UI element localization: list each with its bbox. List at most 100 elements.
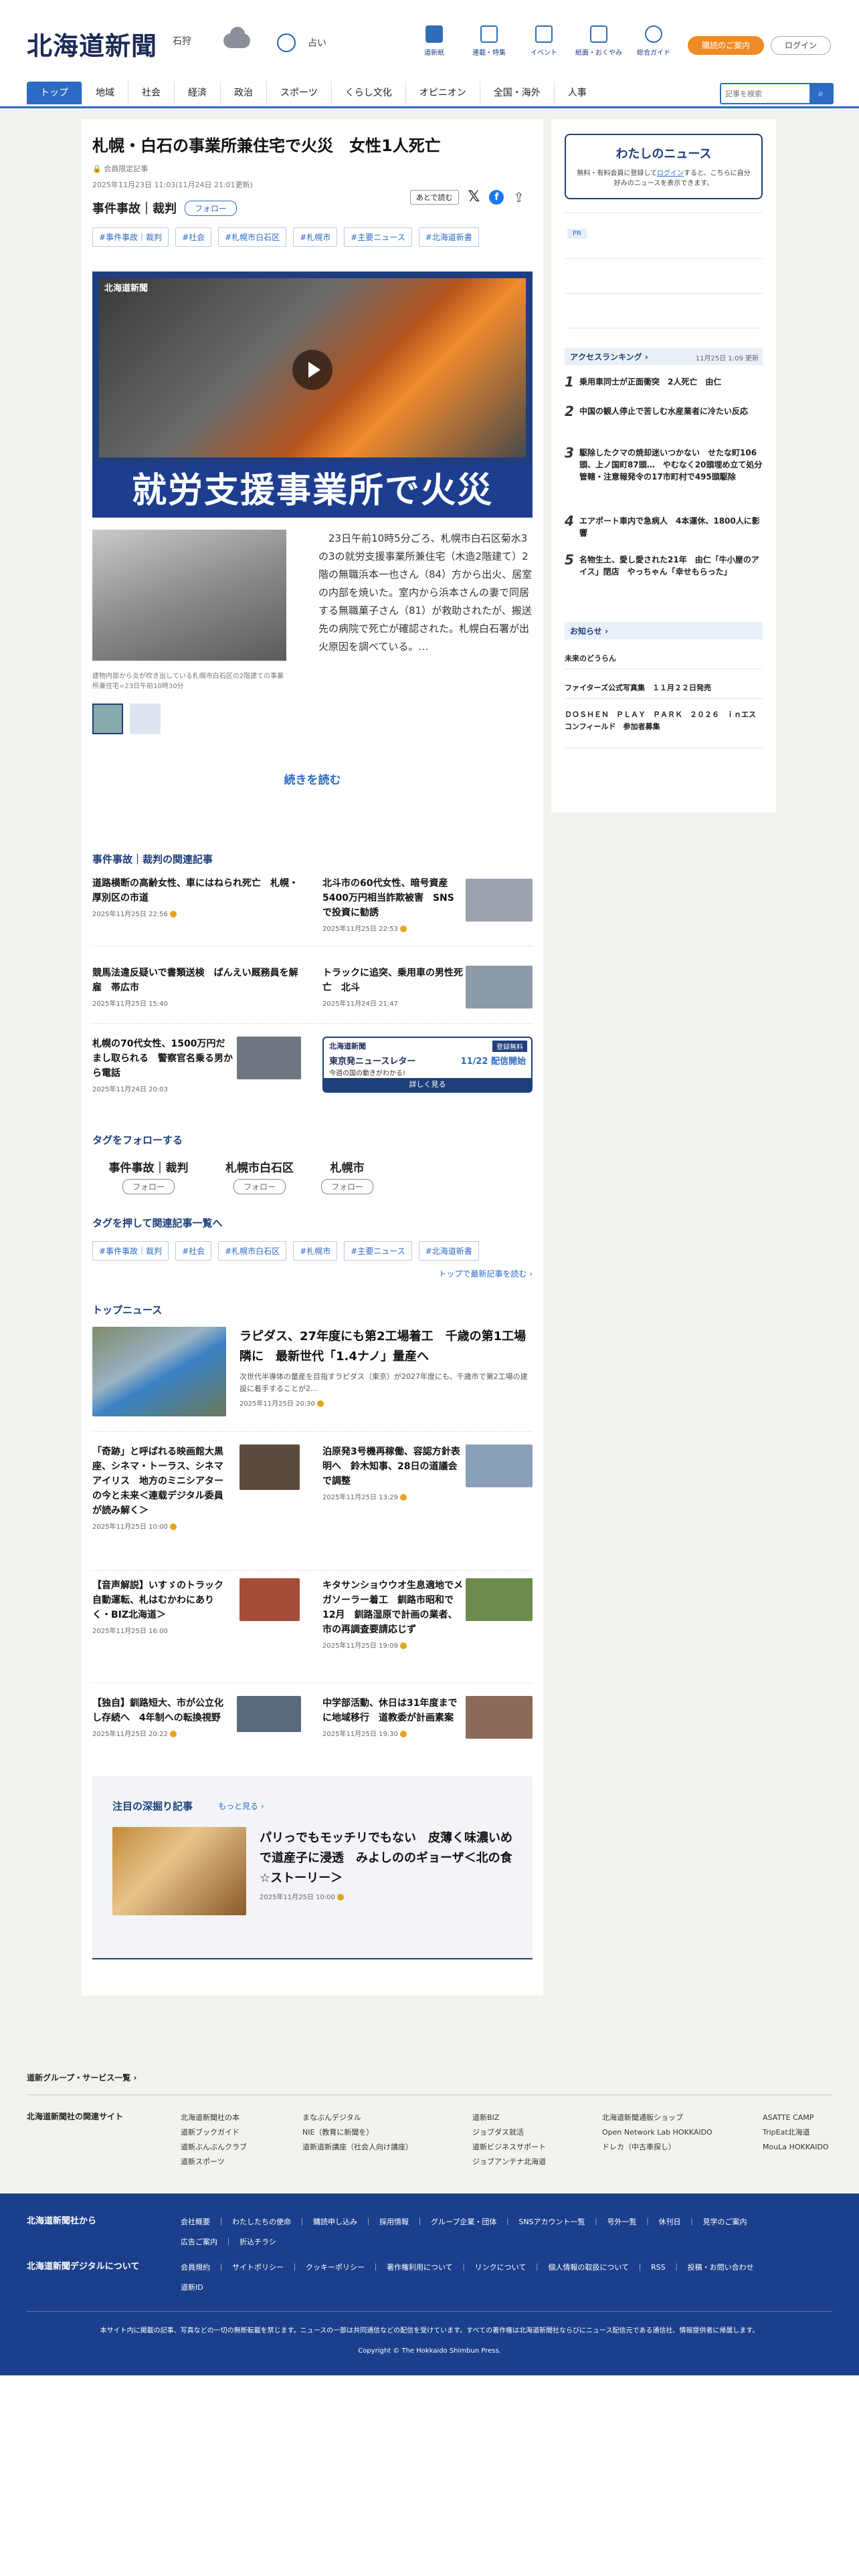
- ranking-item[interactable]: 1 乗用車同士が正面衝突 2人死亡 由仁: [565, 375, 763, 389]
- fortune-link[interactable]: 占い: [277, 33, 326, 52]
- tag[interactable]: #社会: [175, 1241, 212, 1261]
- ranking-item[interactable]: 3 駆除したクマの焼却迷いつかない せたな町106頭、上ノ国町87頭… やむなく2…: [565, 446, 770, 483]
- related-article[interactable]: 道路横断の高齢女性、車にはねられ死亡 札幌・厚別区の市道 2025年11月25日 …: [92, 876, 306, 918]
- region-label[interactable]: 石狩: [173, 34, 191, 47]
- header-link-events[interactable]: イベント: [516, 25, 571, 57]
- newspaper-icon: [590, 25, 607, 43]
- deep-article[interactable]: パリっでもモッチリでもない 皮薄く味濃いめで道産子に浸透 みよしののギョーザ＜北…: [260, 1828, 520, 1901]
- related-article[interactable]: 札幌の70代女性、1500万円だまし取られる 警察官名乗る男から電話 2025年1…: [92, 1037, 233, 1093]
- notice-item[interactable]: ＤＯＳＨＥＮ ＰＬＡＹ ＰＡＲＫ ２０２６ ｉｎエスコンフィールド 参加者募集: [565, 709, 763, 733]
- article-photo[interactable]: [92, 530, 286, 661]
- news-item[interactable]: 泊原発3号機再稼働、容認方針表明へ 鈴木知事、28日の道議会で調整 2025年11…: [322, 1444, 463, 1501]
- follow-button[interactable]: フォロー: [122, 1179, 175, 1194]
- tag[interactable]: #北海道新書: [418, 227, 479, 247]
- nav-economy[interactable]: 経済: [175, 82, 221, 104]
- lead-news-image[interactable]: [92, 1327, 226, 1416]
- news-thumb[interactable]: [240, 1444, 300, 1490]
- news-thumb[interactable]: [466, 1444, 533, 1487]
- nav-top[interactable]: トップ: [27, 82, 82, 104]
- nav-world[interactable]: 全国・海外: [480, 82, 555, 104]
- news-thumb[interactable]: [237, 1696, 301, 1732]
- ranking-item[interactable]: 4 エアポート車内で急病人 4本運休、1800人に影響: [565, 514, 763, 539]
- ranking-item[interactable]: 5 名物生土、愛し愛された21年 由仁「牛小屋のアイス」閉店 やっちゃん「幸せもら…: [565, 553, 763, 578]
- facebook-share-icon[interactable]: f: [489, 189, 504, 205]
- premium-icon: [170, 1731, 177, 1737]
- tag[interactable]: #札幌市: [293, 1241, 338, 1261]
- play-icon[interactable]: [292, 350, 332, 391]
- nav-culture[interactable]: くらし文化: [332, 82, 406, 104]
- notice-item[interactable]: 未来のどうらん: [565, 653, 616, 663]
- group-services-link[interactable]: 道新グループ・サービス一覧 ›: [27, 2072, 136, 2083]
- chevron-right-icon: ›: [529, 1269, 533, 1279]
- share-icon[interactable]: ⇪: [513, 189, 524, 205]
- nav-opinion[interactable]: オピニオン: [406, 82, 480, 104]
- tag[interactable]: #事件事故｜裁判: [92, 1241, 169, 1261]
- deep-more-link[interactable]: もっと見る ›: [218, 1800, 264, 1812]
- follow-button[interactable]: フォロー: [185, 200, 237, 216]
- tag[interactable]: #札幌市: [293, 227, 338, 247]
- continue-reading-link[interactable]: 続きを読む: [82, 770, 543, 787]
- news-item[interactable]: キタサンショウウオ生息適地でメガソーラー着工 釧路市昭和で12月 釧路湿原で計画…: [322, 1578, 463, 1650]
- notice-title[interactable]: お知らせ ›: [570, 625, 608, 637]
- latest-articles-link[interactable]: トップで最新記事を読む ›: [438, 1268, 533, 1279]
- follow-button[interactable]: フォロー: [320, 1179, 373, 1194]
- nav-sports[interactable]: スポーツ: [267, 82, 332, 104]
- notice-item[interactable]: ファイターズ公式写真集 １１月２２日発売: [565, 682, 711, 693]
- nav-politics[interactable]: 政治: [221, 82, 267, 104]
- related-thumb[interactable]: [466, 879, 533, 922]
- news-item[interactable]: 「奇跡」と呼ばれる映画館大黒座、シネマ・トーラス、シネマアイリス 地方のミニシア…: [92, 1444, 223, 1531]
- header-link-obituary[interactable]: 紙面・おくやみ: [571, 25, 626, 57]
- mynews-login-link[interactable]: ログイン: [657, 170, 684, 177]
- news-thumb[interactable]: [466, 1578, 533, 1621]
- weather-widget[interactable]: 石狩: [173, 27, 250, 48]
- photo-thumb-2[interactable]: [130, 704, 161, 734]
- nav-personnel[interactable]: 人事: [555, 82, 600, 104]
- nav-society[interactable]: 社会: [128, 82, 175, 104]
- tag[interactable]: #札幌市白石区: [218, 1241, 287, 1261]
- news-thumb[interactable]: [240, 1578, 300, 1621]
- header-link-paper[interactable]: 道新紙: [407, 25, 462, 57]
- related-article[interactable]: 競馬法違反疑いで書類送検 ばんえい厩務員を解雇 帯広市 2025年11月25日 1…: [92, 966, 306, 1008]
- follow-tags-heading: タグをフォローする: [92, 1134, 183, 1146]
- promo-cta[interactable]: 詳しく見る: [324, 1078, 531, 1091]
- subscribe-button[interactable]: 購読のご案内: [688, 36, 764, 55]
- header-link-series[interactable]: 連載・特集: [462, 25, 516, 57]
- related-article[interactable]: トラックに追突、乗用車の男性死亡 北斗 2025年11月24日 21:47: [322, 966, 463, 1008]
- tag[interactable]: #社会: [175, 227, 212, 247]
- help-icon: [645, 25, 662, 43]
- news-video[interactable]: 北海道新聞 就労支援事業所で火災: [92, 272, 533, 518]
- ranking-title[interactable]: アクセスランキング ›: [570, 351, 648, 362]
- divider: [565, 698, 763, 699]
- news-item[interactable]: 【音声解説】いすゞのトラック自動運転、札はむかわにありく・BIZ北海道＞ 2025…: [92, 1578, 223, 1635]
- related-thumb[interactable]: [466, 966, 533, 1008]
- tag[interactable]: #北海道新書: [418, 1241, 479, 1261]
- premium-icon: [170, 911, 177, 918]
- category-label[interactable]: 事件事故｜裁判: [92, 199, 177, 217]
- lead-news[interactable]: ラピダス、27年度にも第2工場着工 千歳の第1工場隣に 最新世代「1.4ナノ」量…: [240, 1327, 533, 1408]
- newsletter-promo[interactable]: 北海道新聞 登録無料 東京発ニュースレター 11/22 配信開始 今週の国の動き…: [322, 1037, 533, 1093]
- tag[interactable]: #札幌市白石区: [218, 227, 287, 247]
- news-item[interactable]: 中学部活動、休日は31年度までに地域移行 道教委が計画素案 2025年11月25日…: [322, 1696, 463, 1738]
- tag[interactable]: #主要ニュース: [344, 1241, 412, 1261]
- share-bar: あとで読む 𝕏 f ⇪: [409, 189, 524, 205]
- news-thumb[interactable]: [466, 1696, 533, 1739]
- login-button[interactable]: ログイン: [771, 36, 831, 55]
- search-input[interactable]: [721, 84, 808, 103]
- follow-button[interactable]: フォロー: [233, 1179, 286, 1194]
- nav-region[interactable]: 地域: [82, 82, 128, 104]
- ranking-item[interactable]: 2 中国の観人停止で苦しむ水産業者に冷たい反応: [565, 405, 763, 418]
- search-icon[interactable]: ⌕: [809, 84, 832, 103]
- x-share-icon[interactable]: 𝕏: [468, 189, 480, 205]
- related-article[interactable]: 北斗市の60代女性、暗号資産5400万円相当詐欺被害 SNSで投資に勧誘 2025…: [322, 876, 463, 933]
- deep-image[interactable]: [112, 1827, 246, 1915]
- tag[interactable]: #主要ニュース: [344, 227, 412, 247]
- read-later-button[interactable]: あとで読む: [409, 189, 459, 205]
- photo-thumb-1[interactable]: [92, 704, 123, 734]
- header-link-guide[interactable]: 総合ガイド: [626, 25, 681, 57]
- news-item[interactable]: 【独自】釧路短大、市が公立化し存続へ 4年制への転換視野 2025年11月25日 …: [92, 1696, 223, 1738]
- related-thumb[interactable]: [237, 1037, 301, 1079]
- tag[interactable]: #事件事故｜裁判: [92, 227, 169, 247]
- site-logo[interactable]: 北海道新聞: [27, 25, 157, 62]
- flag-icon: [480, 25, 498, 43]
- photo-caption: 建物内部から炎が吹き出している札幌市白石区の2階建ての事業所兼住宅=23日午前1…: [92, 673, 284, 690]
